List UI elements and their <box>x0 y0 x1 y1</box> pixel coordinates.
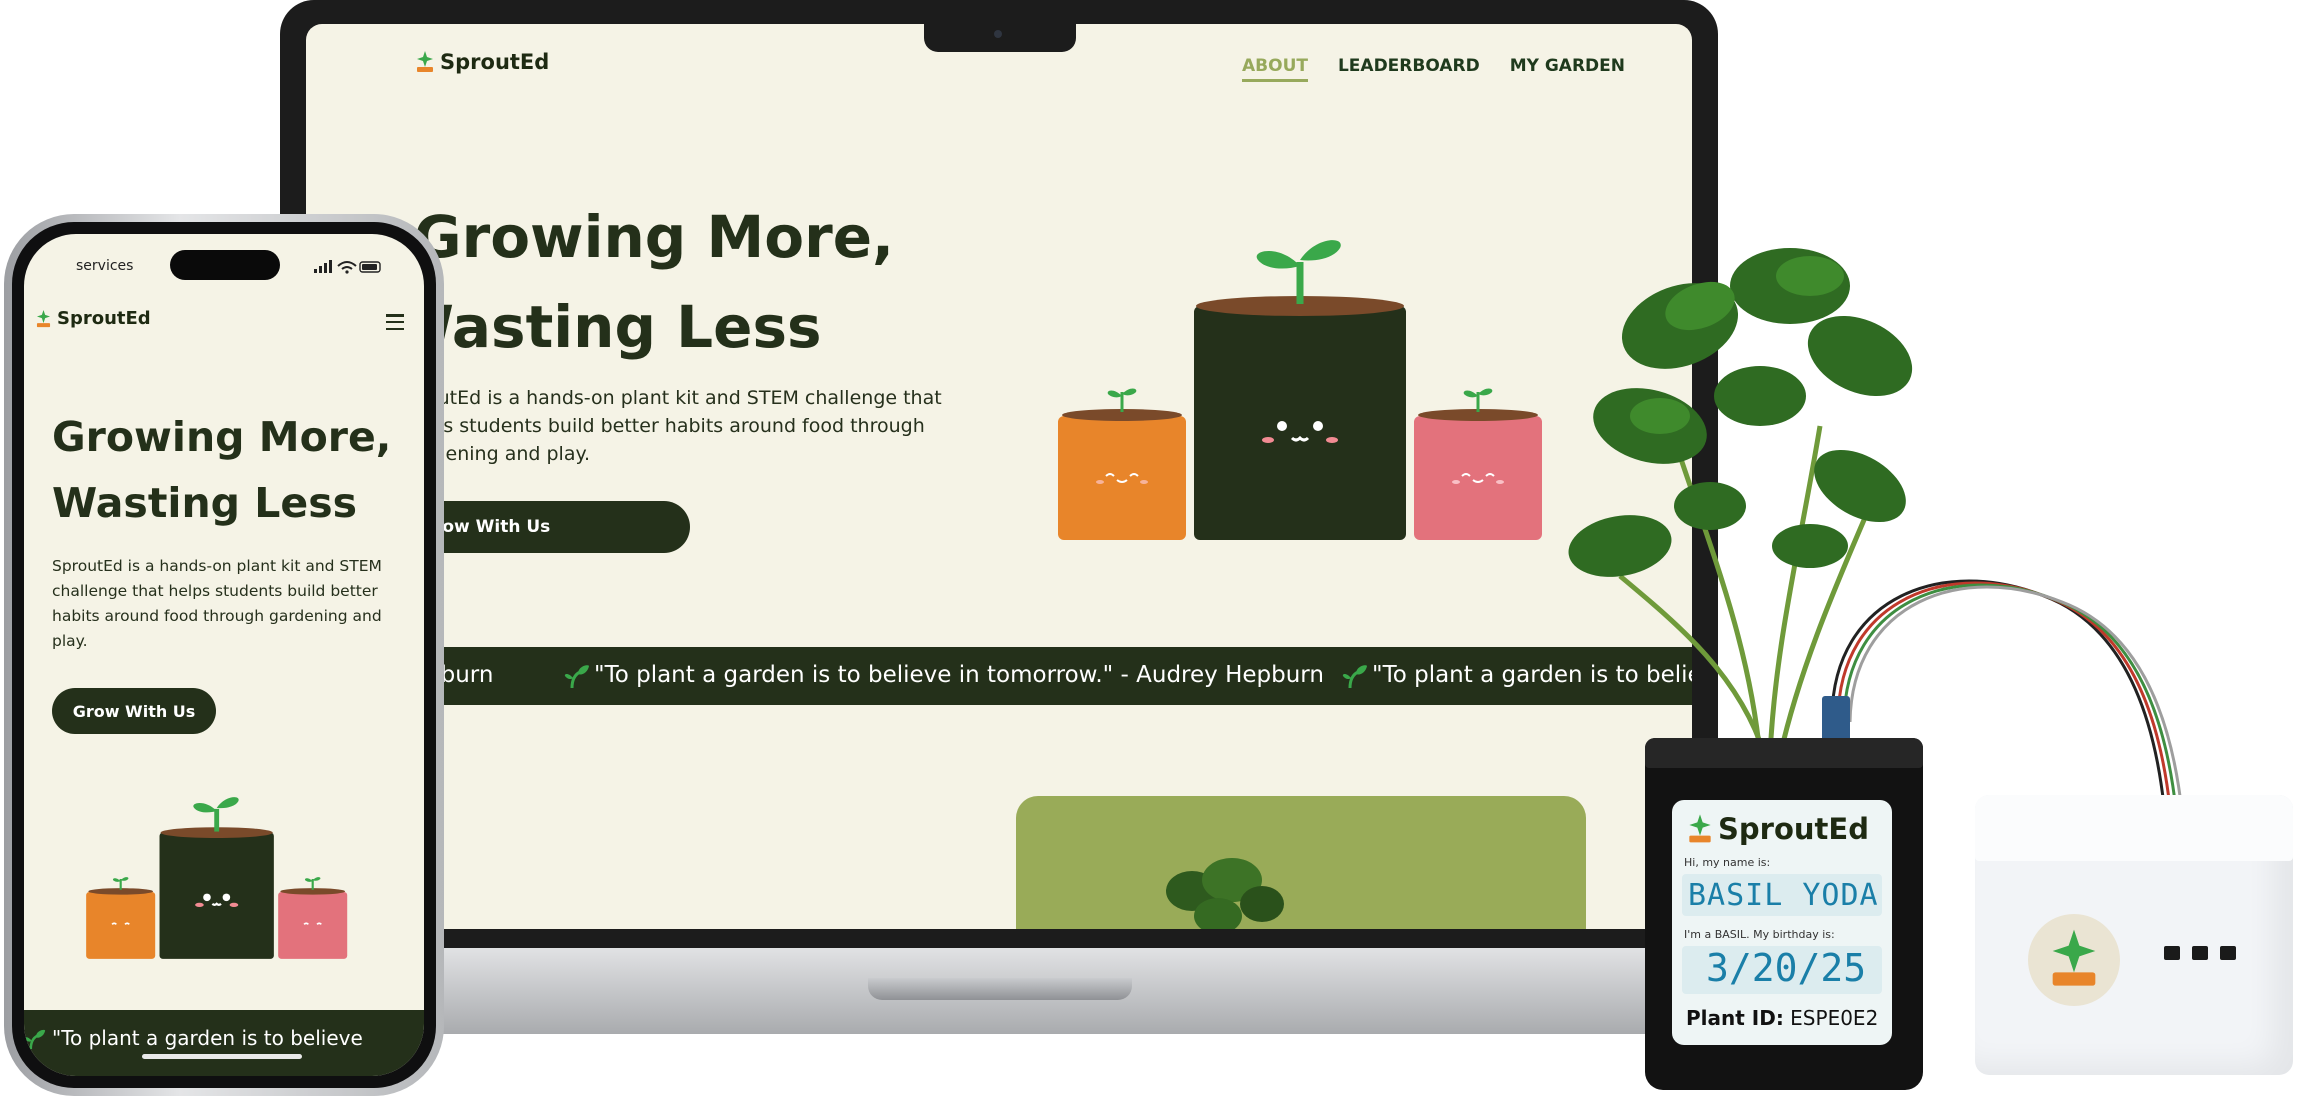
phone-hero-line2: Wasting Less <box>52 479 358 527</box>
phone-hero-line1: Growing More, <box>52 413 392 461</box>
nav-my-garden[interactable]: MY GARDEN <box>1510 56 1625 82</box>
phone-logo[interactable]: SproutEd <box>36 308 151 329</box>
sensor-hub-lid <box>1975 795 2293 861</box>
sensor-port-icon <box>2220 946 2236 960</box>
phone-body-line4: play. <box>52 632 88 650</box>
label-name-prompt: Hi, my name is: <box>1684 856 1771 869</box>
sensor-port-icon <box>2192 946 2208 960</box>
label-id-value: ESPE0E2 <box>1790 1006 1879 1030</box>
phone-screen: services SproutEd Growing More, Wasting … <box>24 234 424 1076</box>
sprout-logo-icon <box>2052 929 2096 986</box>
phone-quote-ticker: "To plant a garden is to believe <box>24 1010 424 1076</box>
laptop-camera-notch <box>924 24 1076 52</box>
laptop-trackpad-notch <box>868 978 1132 1000</box>
label-birthday-prompt: I'm a BASIL. My birthday is: <box>1684 928 1835 941</box>
status-carrier: services <box>76 258 134 274</box>
sensor-badge <box>2028 914 2120 1006</box>
phone-grow-with-us-label: Grow With Us <box>72 701 196 721</box>
sprout-icon <box>1342 665 1367 688</box>
hero-body-line1: outEd is a hands-on plant kit and STEM c… <box>426 387 942 409</box>
hero-heading-line1: Growing More, <box>414 203 895 271</box>
quote-ticker: pburn "To plant a garden is to believe i… <box>306 647 1692 705</box>
label-brand-name: SproutEd <box>1718 812 1869 846</box>
phone-hero-heading: Growing More, Wasting Less <box>52 404 412 536</box>
basil-image <box>1166 858 1284 929</box>
camera-icon <box>994 30 1002 38</box>
label-plant-id: Plant ID: ESPE0E2 <box>1686 1006 1878 1030</box>
brand-name: SproutEd <box>57 308 151 329</box>
top-nav: ABOUT LEADERBOARD MY GARDEN <box>1242 56 1625 82</box>
phone-body-line3: habits around food through gardening and <box>52 607 382 625</box>
hamburger-menu-icon[interactable] <box>386 314 404 330</box>
phone-home-indicator <box>142 1054 302 1059</box>
phone-dynamic-island <box>170 250 280 280</box>
label-logo: SproutEd <box>1688 812 1869 846</box>
phone-grow-with-us-button[interactable]: Grow With Us <box>52 688 216 734</box>
nav-about[interactable]: ABOUT <box>1242 56 1308 82</box>
sprout-logo-icon <box>417 51 433 72</box>
hero-body-line2: lps students build better habits around … <box>426 415 925 437</box>
hero-description: outEd is a hands-on plant kit and STEM c… <box>426 384 986 468</box>
label-birthday: 3/20/25 <box>1706 946 1867 990</box>
nav-leaderboard[interactable]: LEADERBOARD <box>1338 56 1480 82</box>
basil-photo-card <box>1016 796 1586 929</box>
sprout-icon <box>24 1029 46 1050</box>
laptop-screen: SproutEd ABOUT LEADERBOARD MY GARDEN Gro… <box>306 24 1692 929</box>
hero-body-line3: rdening and play. <box>426 443 591 465</box>
phone-plant-pots-illustration <box>86 797 348 959</box>
sprout-icon <box>564 665 589 688</box>
label-id-label: Plant ID: <box>1686 1006 1784 1030</box>
label-plant-name: BASIL YODA <box>1688 878 1879 913</box>
plant-pots-illustration <box>1058 240 1542 540</box>
hero-heading: Growing More, Wasting Less <box>390 192 934 372</box>
status-icons <box>314 260 381 274</box>
plant-label-card: SproutEd Hi, my name is: BASIL YODA I'm … <box>1672 800 1892 1045</box>
plant-pot-rim <box>1645 738 1923 768</box>
phone-body-line2: challenge that helps students build bett… <box>52 582 378 600</box>
phone-hero-description: SproutEd is a hands-on plant kit and STE… <box>52 554 412 654</box>
phone-body-line1: SproutEd is a hands-on plant kit and STE… <box>52 557 382 575</box>
phone-ticker-text: "To plant a garden is to believe <box>52 1026 363 1050</box>
laptop-logo[interactable]: SproutEd <box>416 50 549 74</box>
hero-heading-line2: Wasting Less <box>390 293 822 361</box>
brand-name: SproutEd <box>440 50 550 74</box>
sensor-port-icon <box>2164 946 2180 960</box>
sprout-logo-icon <box>36 309 51 327</box>
ticker-middle: "To plant a garden is to believe in tomo… <box>594 662 1324 688</box>
sprout-logo-icon <box>1689 814 1711 843</box>
